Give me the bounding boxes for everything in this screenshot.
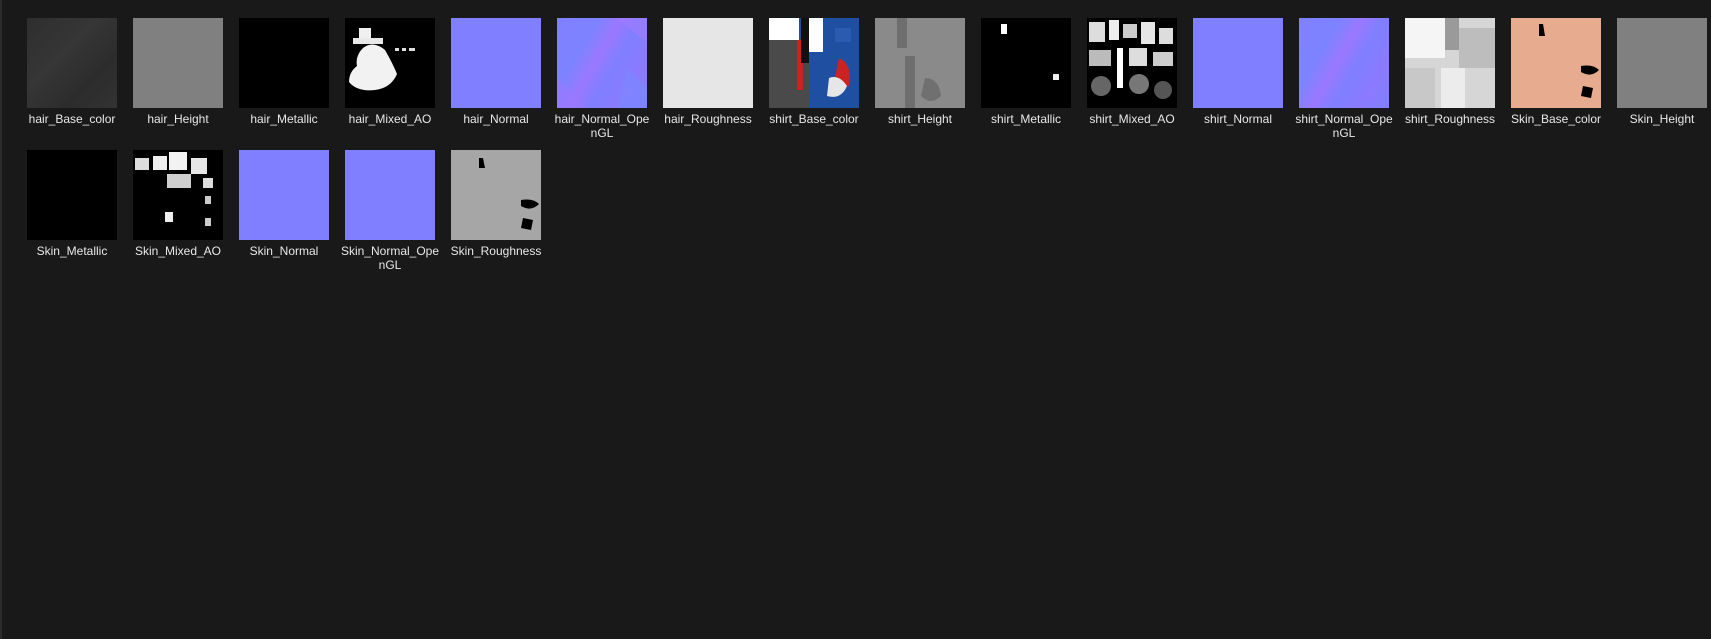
file-name: Skin_Roughness: [450, 244, 542, 258]
file-thumbnail: [451, 150, 541, 240]
file-thumbnail: [1087, 18, 1177, 108]
file-item[interactable]: hair_Normal: [443, 16, 549, 148]
file-item[interactable]: shirt_Base_color: [761, 16, 867, 148]
file-name: hair_Height: [147, 112, 209, 126]
file-thumbnail: [239, 18, 329, 108]
file-thumbnail: [239, 150, 329, 240]
file-name: shirt_Normal_OpenGL: [1295, 112, 1393, 140]
file-thumbnail: [1299, 18, 1389, 108]
file-grid: hair_Base_color hair_Height hair_Metalli…: [19, 16, 1711, 280]
file-name: Skin_Height: [1629, 112, 1695, 126]
file-name: shirt_Height: [887, 112, 953, 126]
file-thumbnail: [769, 18, 859, 108]
file-name: hair_Roughness: [664, 112, 752, 126]
file-name: shirt_Normal: [1203, 112, 1272, 126]
file-thumbnail: [345, 150, 435, 240]
window-left-border: [0, 0, 2, 639]
file-thumbnail: [1617, 18, 1707, 108]
file-item[interactable]: shirt_Height: [867, 16, 973, 148]
file-item[interactable]: Skin_Normal: [231, 148, 337, 280]
file-name: hair_Normal_OpenGL: [554, 112, 650, 140]
file-name: shirt_Mixed_AO: [1089, 112, 1175, 126]
file-thumbnail: [345, 18, 435, 108]
file-thumbnail: [451, 18, 541, 108]
file-item[interactable]: shirt_Normal_OpenGL: [1291, 16, 1397, 148]
file-item[interactable]: Skin_Roughness: [443, 148, 549, 280]
file-thumbnail: [27, 18, 117, 108]
file-thumbnail: [1193, 18, 1283, 108]
file-thumbnail: [27, 150, 117, 240]
file-item[interactable]: hair_Mixed_AO: [337, 16, 443, 148]
file-name: Skin_Mixed_AO: [134, 244, 222, 258]
file-name: Skin_Base_color: [1510, 112, 1602, 126]
file-name: hair_Mixed_AO: [348, 112, 432, 126]
file-item[interactable]: Skin_Base_color: [1503, 16, 1609, 148]
file-thumbnail: [663, 18, 753, 108]
file-name: hair_Normal: [463, 112, 529, 126]
file-name: shirt_Metallic: [990, 112, 1062, 126]
file-name: Skin_Metallic: [36, 244, 108, 258]
file-name: shirt_Base_color: [769, 112, 859, 126]
file-item[interactable]: shirt_Roughness: [1397, 16, 1503, 148]
file-thumbnail: [557, 18, 647, 108]
file-name: shirt_Roughness: [1404, 112, 1496, 126]
file-item[interactable]: Skin_Height: [1609, 16, 1711, 148]
file-item[interactable]: Skin_Mixed_AO: [125, 148, 231, 280]
file-name: Skin_Normal: [249, 244, 319, 258]
file-item[interactable]: shirt_Mixed_AO: [1079, 16, 1185, 148]
file-item[interactable]: shirt_Metallic: [973, 16, 1079, 148]
file-item[interactable]: hair_Height: [125, 16, 231, 148]
file-thumbnail: [1405, 18, 1495, 108]
file-thumbnail: [875, 18, 965, 108]
file-thumbnail: [1511, 18, 1601, 108]
file-item[interactable]: hair_Normal_OpenGL: [549, 16, 655, 148]
file-item[interactable]: hair_Roughness: [655, 16, 761, 148]
file-item[interactable]: shirt_Normal: [1185, 16, 1291, 148]
file-thumbnail: [133, 18, 223, 108]
file-item[interactable]: hair_Base_color: [19, 16, 125, 148]
file-thumbnail: [133, 150, 223, 240]
file-name: hair_Base_color: [28, 112, 116, 126]
file-name: hair_Metallic: [250, 112, 318, 126]
file-item[interactable]: hair_Metallic: [231, 16, 337, 148]
file-item[interactable]: Skin_Metallic: [19, 148, 125, 280]
file-thumbnail: [981, 18, 1071, 108]
file-name: Skin_Normal_OpenGL: [340, 244, 440, 272]
file-item[interactable]: Skin_Normal_OpenGL: [337, 148, 443, 280]
